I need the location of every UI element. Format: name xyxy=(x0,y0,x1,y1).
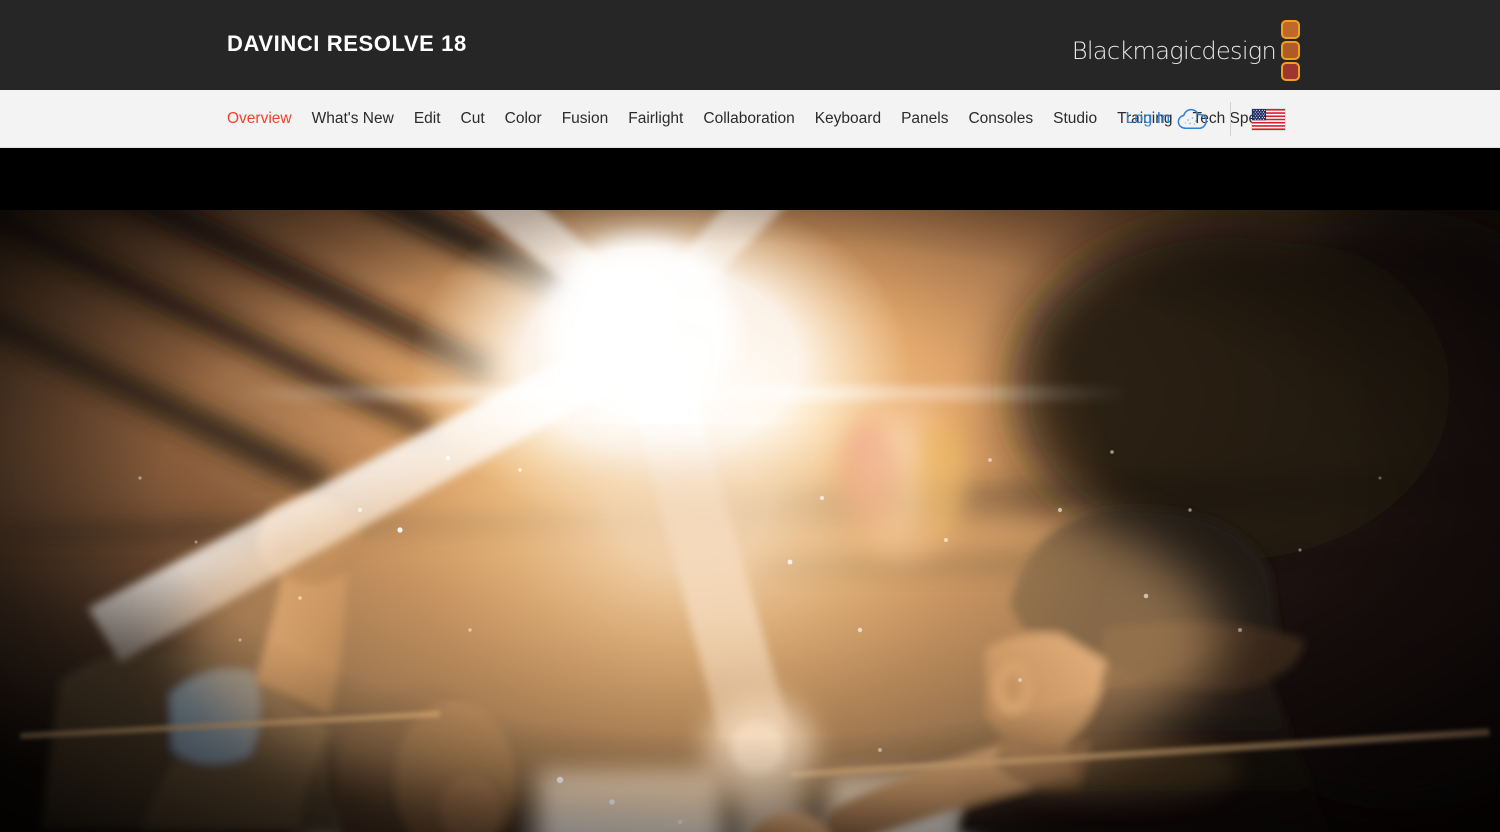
page-title: DAVINCI RESOLVE 18 xyxy=(227,31,467,56)
nav-item-consoles[interactable]: Consoles xyxy=(958,111,1043,127)
hero-image[interactable] xyxy=(0,210,1500,832)
login-button[interactable]: Log In xyxy=(1126,108,1230,130)
nav-item-keyboard[interactable]: Keyboard xyxy=(805,111,891,127)
login-label: Log In xyxy=(1125,110,1170,127)
hero-letterbox-band xyxy=(0,148,1500,210)
locale-selector[interactable] xyxy=(1231,108,1285,130)
logo-square-top-icon xyxy=(1281,20,1300,39)
primary-navigation: Overview What's New Edit Cut Color Fusio… xyxy=(0,90,1500,148)
nav-item-overview[interactable]: Overview xyxy=(227,111,302,127)
nav-item-fusion[interactable]: Fusion xyxy=(552,111,619,127)
site-header: DAVINCI RESOLVE 18 Blackmagicdesign xyxy=(0,0,1500,90)
nav-item-edit[interactable]: Edit xyxy=(404,111,451,127)
brand-logo-squares xyxy=(1281,20,1300,81)
brand-wordmark: Blackmagicdesign xyxy=(1071,36,1277,65)
nav-link-list: Overview What's New Edit Cut Color Fusio… xyxy=(227,90,1283,148)
logo-square-middle-icon xyxy=(1281,41,1300,60)
nav-item-color[interactable]: Color xyxy=(495,111,552,127)
nav-item-panels[interactable]: Panels xyxy=(891,111,958,127)
nav-item-cut[interactable]: Cut xyxy=(451,111,495,127)
nav-item-fairlight[interactable]: Fairlight xyxy=(618,111,693,127)
nav-utility-area: Log In xyxy=(1126,90,1285,148)
cloud-icon xyxy=(1177,108,1209,130)
nav-item-whats-new[interactable]: What's New xyxy=(302,111,404,127)
logo-square-bottom-icon xyxy=(1281,62,1300,81)
us-flag-icon xyxy=(1252,108,1285,130)
blackmagic-design-logo[interactable]: Blackmagicdesign xyxy=(1072,20,1300,81)
nav-item-studio[interactable]: Studio xyxy=(1043,111,1107,127)
nav-item-collaboration[interactable]: Collaboration xyxy=(693,111,804,127)
